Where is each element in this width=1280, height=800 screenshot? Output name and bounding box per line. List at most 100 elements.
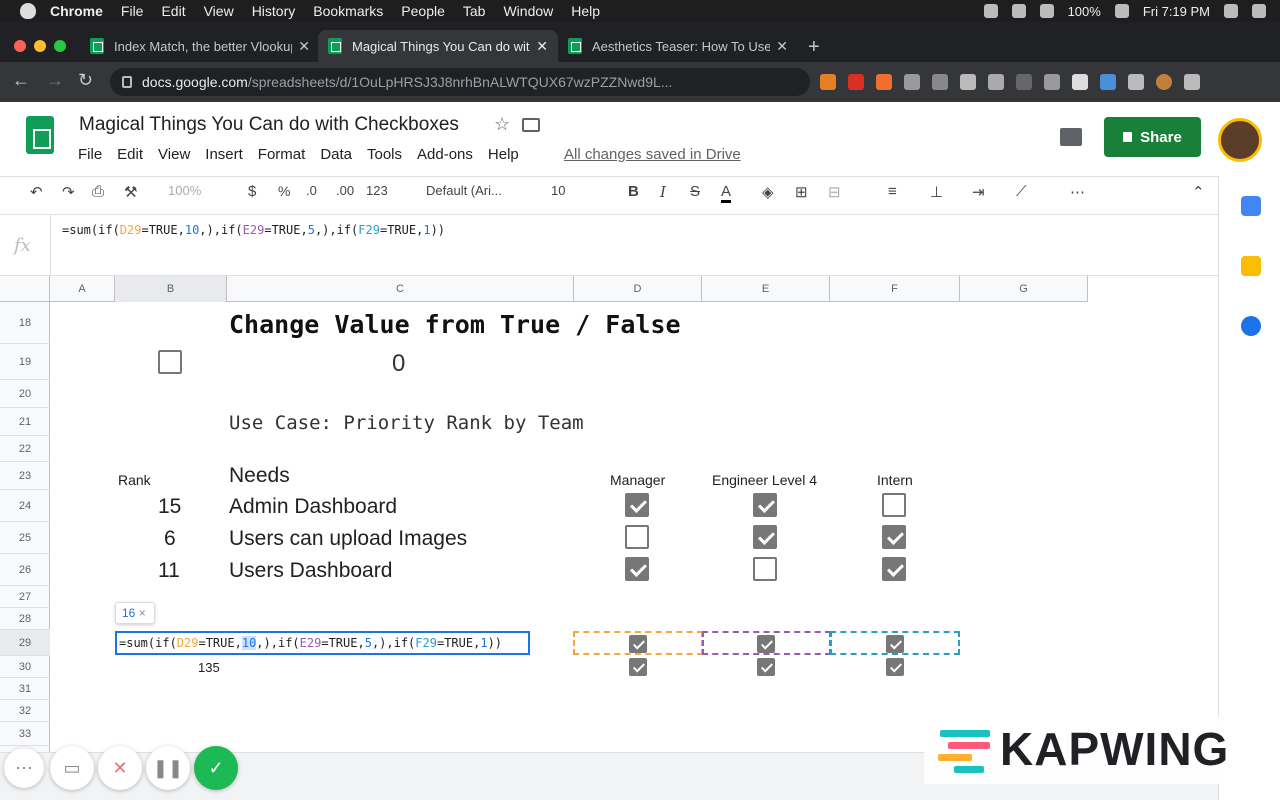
merge-cells-icon[interactable]: ⊟ xyxy=(828,183,841,201)
extension-icon[interactable] xyxy=(932,74,948,90)
move-folder-icon[interactable] xyxy=(522,118,540,132)
chrome-menu-icon[interactable] xyxy=(1184,74,1200,90)
more-icon[interactable]: ⋯ xyxy=(1070,183,1085,201)
row-header[interactable]: 26 xyxy=(0,554,50,586)
star-icon[interactable]: ☆ xyxy=(494,114,510,135)
checkbox-intern[interactable] xyxy=(882,493,906,517)
undo-icon[interactable]: ↶ xyxy=(30,183,43,201)
extension-icon[interactable] xyxy=(820,74,836,90)
menu-file[interactable]: File xyxy=(78,146,102,163)
font-size-select[interactable]: 10 xyxy=(551,183,565,198)
cell-b30-value[interactable]: 135 xyxy=(198,660,220,675)
minimize-window-icon[interactable] xyxy=(34,40,46,52)
column-header-g[interactable]: G xyxy=(960,276,1088,302)
need-label[interactable]: Users Dashboard xyxy=(229,559,392,583)
close-hint-icon[interactable]: × xyxy=(139,606,146,620)
checkbox-manager[interactable] xyxy=(625,493,649,517)
extension-icon[interactable] xyxy=(904,74,920,90)
mic-icon[interactable] xyxy=(983,4,998,18)
tab-index-match[interactable]: Index Match, the better Vlookup ✕ xyxy=(80,30,320,62)
row-header[interactable]: 23 xyxy=(0,462,50,490)
tasks-icon[interactable] xyxy=(1241,316,1261,336)
menu-edit[interactable]: Edit xyxy=(117,146,143,163)
menu-app[interactable]: Chrome xyxy=(50,3,103,19)
extension-icon[interactable] xyxy=(960,74,976,90)
share-button[interactable]: Share xyxy=(1104,117,1201,157)
collapse-icon[interactable]: ⌃ xyxy=(1192,183,1205,201)
menu-help[interactable]: Help xyxy=(488,146,519,163)
column-header-e[interactable]: E xyxy=(702,276,830,302)
italic-button[interactable]: I xyxy=(660,183,666,201)
avatar[interactable] xyxy=(1218,118,1262,162)
row-header[interactable]: 22 xyxy=(0,436,50,462)
rank-value[interactable]: 11 xyxy=(158,559,180,583)
vertical-align-icon[interactable]: ⊥ xyxy=(930,183,943,201)
close-tab-icon[interactable]: ✕ xyxy=(776,38,788,55)
row-header[interactable]: 21 xyxy=(0,408,50,436)
team-header-manager[interactable]: Manager xyxy=(610,472,665,488)
borders-icon[interactable]: ⊞ xyxy=(795,183,808,201)
checkbox-f30[interactable] xyxy=(886,658,904,676)
profile-icon[interactable] xyxy=(1156,74,1172,90)
fill-color-icon[interactable]: ◈ xyxy=(762,183,774,201)
menu-data[interactable]: Data xyxy=(320,146,352,163)
checkbox-engineer[interactable] xyxy=(753,493,777,517)
extension-icon[interactable] xyxy=(848,74,864,90)
text-wrap-icon[interactable]: ⇥ xyxy=(972,183,985,201)
menu-history[interactable]: History xyxy=(252,3,296,19)
team-header-intern[interactable]: Intern xyxy=(877,472,913,488)
menu-people[interactable]: People xyxy=(401,3,445,19)
row-header[interactable]: 25 xyxy=(0,522,50,554)
status-icon[interactable] xyxy=(1011,4,1026,18)
menu-addons[interactable]: Add-ons xyxy=(417,146,473,163)
menu-insert[interactable]: Insert xyxy=(205,146,243,163)
back-icon[interactable]: ← xyxy=(12,70,30,91)
use-case-label[interactable]: Use Case: Priority Rank by Team xyxy=(229,412,584,434)
new-tab-icon[interactable]: + xyxy=(808,36,820,59)
menu-file[interactable]: File xyxy=(121,3,144,19)
checkbox-e30[interactable] xyxy=(757,658,775,676)
row-header[interactable]: 18 xyxy=(0,302,50,344)
need-label[interactable]: Users can upload Images xyxy=(229,527,467,551)
menu-help[interactable]: Help xyxy=(571,3,600,19)
column-header-c[interactable]: C xyxy=(227,276,574,302)
select-all-corner[interactable] xyxy=(0,276,50,302)
strikethrough-button[interactable]: S xyxy=(690,183,700,200)
menu-tools[interactable]: Tools xyxy=(367,146,402,163)
sheet-heading[interactable]: Change Value from True / False xyxy=(229,310,681,339)
checkbox-e29[interactable] xyxy=(757,635,775,653)
extension-icon[interactable] xyxy=(1128,74,1144,90)
checkbox-d29[interactable] xyxy=(629,635,647,653)
checkbox-engineer[interactable] xyxy=(753,525,777,549)
column-header-a[interactable]: A xyxy=(50,276,115,302)
extension-icon[interactable] xyxy=(1016,74,1032,90)
cell-editor-b29[interactable]: =sum(if(D29=TRUE,10,),if(E29=TRUE,5,),if… xyxy=(115,631,530,655)
cell-c19-value[interactable]: 0 xyxy=(392,350,405,378)
checkbox-b19[interactable] xyxy=(158,350,182,374)
print-icon[interactable]: ⎙ xyxy=(92,183,104,200)
needs-header[interactable]: Needs xyxy=(229,464,290,488)
more-formats-select[interactable]: 123 xyxy=(366,183,388,198)
team-header-engineer[interactable]: Engineer Level 4 xyxy=(712,472,817,488)
search-icon[interactable] xyxy=(1224,4,1238,18)
comment-icon[interactable] xyxy=(1060,128,1082,146)
zoom-window-icon[interactable] xyxy=(54,40,66,52)
column-header-b[interactable]: B xyxy=(115,276,227,302)
menu-window[interactable]: Window xyxy=(503,3,553,19)
paint-format-icon[interactable]: ⚒ xyxy=(124,183,137,201)
redo-icon[interactable]: ↷ xyxy=(62,183,75,201)
finish-recording-icon[interactable]: ✓ xyxy=(194,746,238,790)
calendar-icon[interactable] xyxy=(1241,196,1261,216)
column-header-f[interactable]: F xyxy=(830,276,960,302)
checkbox-manager[interactable] xyxy=(625,525,649,549)
menu-tab[interactable]: Tab xyxy=(463,3,486,19)
currency-format-button[interactable]: $ xyxy=(248,183,256,200)
rank-value[interactable]: 15 xyxy=(158,495,181,519)
extension-icon[interactable] xyxy=(988,74,1004,90)
battery-icon[interactable] xyxy=(1114,4,1129,18)
row-header[interactable]: 19 xyxy=(0,344,50,380)
extension-icon[interactable] xyxy=(876,74,892,90)
close-window-icon[interactable] xyxy=(14,40,26,52)
row-header[interactable]: 30 xyxy=(0,656,50,678)
horizontal-align-icon[interactable]: ≡ xyxy=(888,183,897,200)
